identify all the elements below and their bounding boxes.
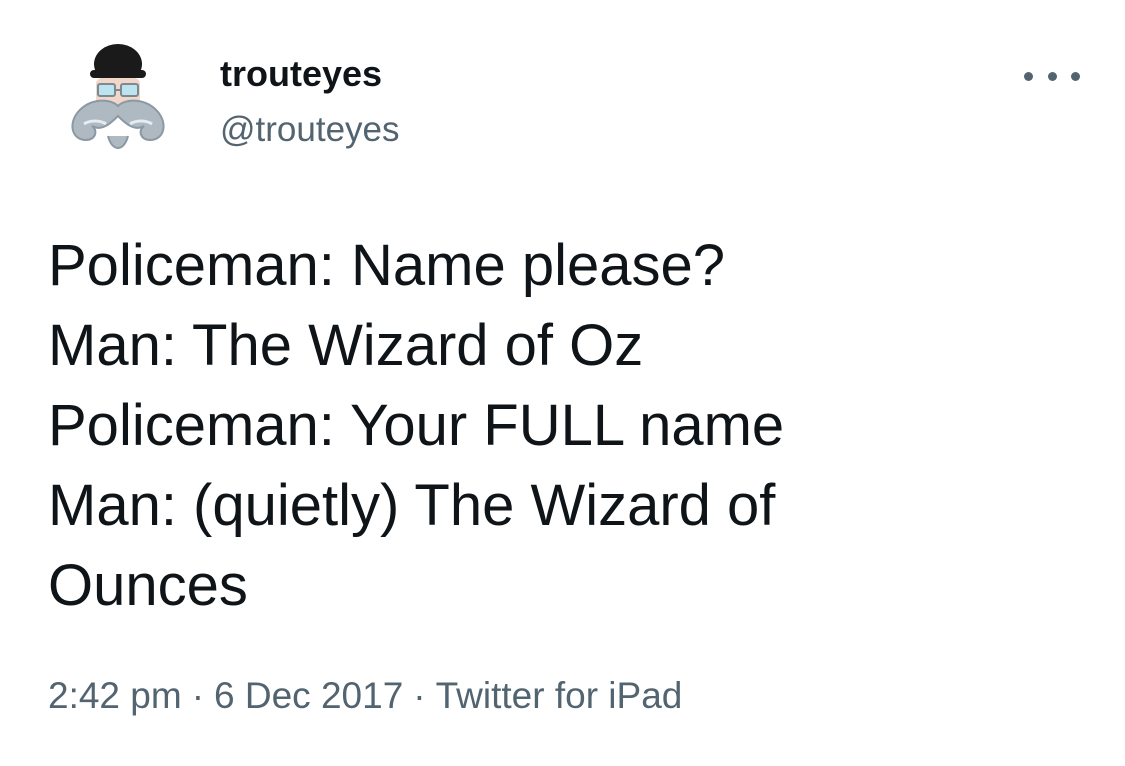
tweet-text-line: Man: The Wizard of Oz bbox=[48, 313, 644, 378]
tweet-date[interactable]: 6 Dec 2017 bbox=[214, 675, 403, 716]
tweet-metadata: 2:42 pm · 6 Dec 2017 · Twitter for iPad bbox=[48, 672, 682, 720]
tweet-card: trouteyes @trouteyes Policeman: Name ple… bbox=[0, 0, 1125, 766]
user-info: trouteyes @trouteyes bbox=[220, 52, 400, 152]
tweet-time[interactable]: 2:42 pm bbox=[48, 675, 182, 716]
tweet-text-line: Policeman: Name please? bbox=[48, 233, 726, 298]
tweet-text-line: Policeman: Your FULL name bbox=[48, 393, 785, 458]
display-name[interactable]: trouteyes bbox=[220, 52, 400, 96]
tweet-text: Policeman: Name please? Man: The Wizard … bbox=[48, 226, 1088, 626]
mustache-bowler-hat-avatar-icon bbox=[50, 40, 186, 176]
more-horizontal-icon bbox=[1071, 71, 1080, 81]
more-options-button[interactable] bbox=[1024, 60, 1080, 92]
more-horizontal-icon bbox=[1024, 71, 1033, 81]
user-handle[interactable]: @trouteyes bbox=[220, 108, 400, 152]
avatar[interactable] bbox=[50, 40, 186, 176]
meta-separator: · bbox=[191, 675, 205, 716]
tweet-text-line: Man: (quietly) The Wizard of bbox=[48, 473, 776, 538]
meta-separator: · bbox=[413, 675, 426, 716]
tweet-text-line: Ounces bbox=[48, 553, 248, 618]
tweet-source[interactable]: Twitter for iPad bbox=[436, 675, 683, 716]
more-horizontal-icon bbox=[1047, 71, 1057, 81]
